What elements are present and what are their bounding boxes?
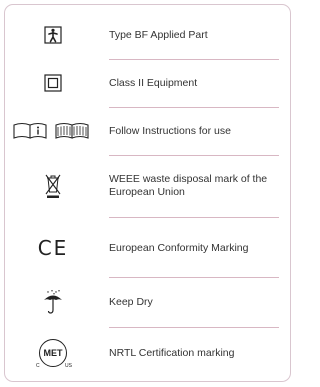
divider (109, 107, 279, 108)
follow-instructions-icon (5, 111, 101, 151)
met-certification-icon: MET C US (5, 331, 101, 375)
symbol-label: European Conformity Marking (109, 241, 249, 254)
divider (109, 277, 279, 278)
symbols-card: Type BF Applied Part Class II Equipment (4, 4, 291, 382)
symbol-row: CE European Conformity Marking (5, 223, 290, 273)
class-ii-equipment-icon (5, 63, 101, 103)
symbol-label: WEEE waste disposal mark of the European… (109, 173, 268, 198)
symbol-row: WEEE waste disposal mark of the European… (5, 161, 290, 211)
met-sub-left: C (36, 363, 40, 369)
met-glyph: MET (43, 348, 63, 358)
symbol-label: NRTL Certification marking (109, 346, 235, 359)
symbol-label: Follow Instructions for use (109, 124, 231, 137)
ce-mark-icon: CE (5, 223, 101, 273)
divider (109, 155, 279, 156)
divider (109, 327, 279, 328)
symbol-row: Keep Dry (5, 281, 290, 323)
symbol-row: Follow Instructions for use (5, 111, 290, 151)
symbol-row: Type BF Applied Part (5, 15, 290, 55)
met-circle: MET (39, 339, 67, 367)
symbol-row: MET C US NRTL Certification marking (5, 331, 290, 375)
type-bf-applied-part-icon (5, 15, 101, 55)
symbol-label: Class II Equipment (109, 76, 198, 89)
keep-dry-icon (5, 281, 101, 323)
divider (109, 59, 279, 60)
met-sub-right: US (65, 363, 72, 369)
weee-disposal-icon (5, 161, 101, 211)
symbol-row: Class II Equipment (5, 63, 290, 103)
symbol-label: Type BF Applied Part (109, 28, 208, 41)
divider (109, 217, 279, 218)
ce-mark-glyph: CE (37, 236, 69, 260)
symbol-label: Keep Dry (109, 295, 153, 308)
